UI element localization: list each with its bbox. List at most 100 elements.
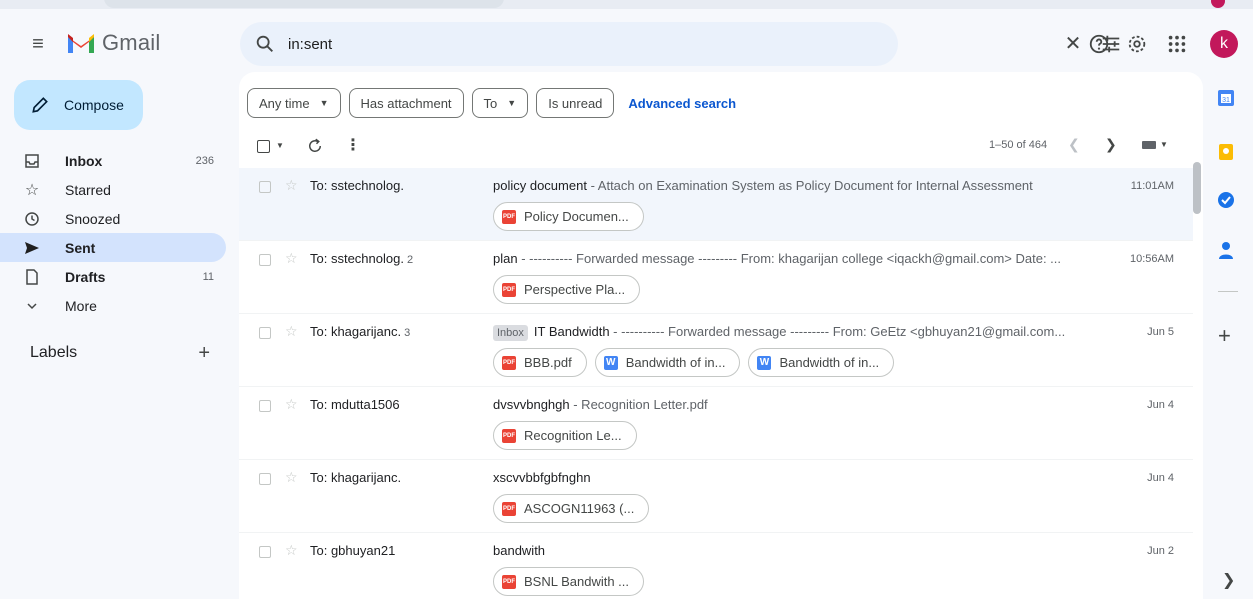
word-doc-icon: W [757, 355, 772, 370]
account-avatar[interactable]: k [1210, 30, 1238, 58]
search-bar[interactable]: ✕ [240, 22, 1120, 66]
email-row[interactable]: ☆ To: khagarijanc. 3 Inbox IT Bandwidth - --… [239, 314, 1193, 387]
sidebar-item-starred[interactable]: ☆ Starred [0, 175, 226, 204]
attachment-chip[interactable]: PDF BBB.pdf [493, 348, 587, 377]
filter-has-attachment[interactable]: Has attachment [348, 88, 464, 118]
attachment-list: PDF BBB.pdf W Bandwidth of in... W Bandwidth … [493, 348, 902, 377]
row-checkbox[interactable] [259, 473, 271, 485]
inbox-icon [24, 153, 40, 169]
attachment-chip[interactable]: PDF Perspective Pla... [493, 275, 641, 304]
select-menu-caret-icon[interactable]: ▼ [276, 141, 284, 150]
chip-label: To [483, 95, 498, 111]
email-summary: xscvvbbfgbfnghn [493, 470, 1133, 485]
email-time: 10:56AM [1129, 253, 1174, 265]
email-row[interactable]: ☆ To: khagarijanc. xscvvbbfgbfnghn Jun 4 PDF… [239, 460, 1193, 533]
search-input[interactable] [288, 32, 788, 56]
email-subject: xscvvbbfgbfnghn [493, 470, 591, 485]
calendar-icon[interactable]: 31 [1216, 88, 1236, 108]
attachment-name: Perspective Pla... [524, 282, 626, 297]
attachment-chip[interactable]: W Bandwidth of in... [748, 348, 895, 377]
chip-label: Is unread [548, 95, 603, 111]
sidebar-item-label: Snoozed [65, 210, 121, 227]
sidebar-item-sent[interactable]: Sent [0, 233, 226, 262]
email-recipient: To: gbhuyan21 [310, 543, 395, 558]
attachment-name: BSNL Bandwith ... [524, 574, 630, 589]
email-row[interactable]: ☆ To: sstechnolog. policy document - Attac… [239, 168, 1193, 241]
filter-any-time[interactable]: Any time ▼ [247, 88, 341, 118]
attachment-chip[interactable]: PDF ASCOGN11963 (... [493, 494, 650, 523]
select-all-checkbox[interactable] [257, 140, 270, 153]
star-icon[interactable]: ☆ [285, 323, 298, 340]
star-icon[interactable]: ☆ [285, 469, 298, 486]
previous-page-icon[interactable]: ❮ [1068, 136, 1080, 153]
filter-to[interactable]: To ▼ [471, 88, 529, 118]
email-time: Jun 4 [1147, 399, 1174, 411]
apps-grid-icon[interactable] [1166, 33, 1188, 55]
compose-button[interactable]: Compose [14, 80, 143, 130]
show-side-panel-icon[interactable]: ❯ [1222, 570, 1235, 590]
input-tools-icon[interactable] [1142, 141, 1156, 149]
clear-search-icon[interactable]: ✕ [1062, 33, 1084, 55]
thread-count: 2 [406, 254, 414, 266]
sidebar-item-label: More [65, 297, 97, 314]
row-checkbox[interactable] [259, 546, 271, 558]
email-time: Jun 2 [1147, 545, 1174, 557]
advanced-search-link[interactable]: Advanced search [628, 96, 736, 111]
star-icon[interactable]: ☆ [285, 396, 298, 413]
label-tag[interactable]: Inbox [493, 325, 528, 341]
filter-is-unread[interactable]: Is unread [536, 88, 615, 118]
email-time: Jun 4 [1147, 472, 1174, 484]
tasks-icon[interactable] [1216, 190, 1236, 210]
row-checkbox[interactable] [259, 254, 271, 266]
app-name: Gmail [102, 30, 161, 55]
row-checkbox[interactable] [259, 400, 271, 412]
sidebar-item-more[interactable]: More [0, 291, 226, 320]
compose-label: Compose [64, 97, 124, 113]
browser-profile-icon[interactable] [1211, 0, 1225, 8]
email-row[interactable]: ☆ To: mdutta1506 dvsvvbnghgh - Recognition… [239, 387, 1193, 460]
help-icon[interactable] [1088, 33, 1110, 55]
draft-icon [24, 268, 40, 285]
settings-icon[interactable] [1126, 33, 1148, 55]
sidebar-item-drafts[interactable]: Drafts 11 [0, 262, 226, 291]
attachment-name: BBB.pdf [524, 355, 572, 370]
email-time: 11:01AM [1130, 180, 1174, 192]
caret-down-icon: ▼ [507, 98, 517, 108]
star-icon[interactable]: ☆ [285, 542, 298, 559]
sidebar-item-snoozed[interactable]: Snoozed [0, 204, 226, 233]
search-icon[interactable] [254, 33, 276, 55]
scrollbar[interactable] [1193, 162, 1201, 214]
refresh-icon[interactable] [306, 137, 324, 155]
star-icon[interactable]: ☆ [285, 250, 298, 267]
contacts-icon[interactable] [1216, 240, 1236, 260]
gmail-logo[interactable]: Gmail [66, 30, 160, 56]
browser-toolbar [0, 0, 1253, 9]
input-tools-caret-icon[interactable]: ▼ [1160, 140, 1168, 149]
attachment-chip[interactable]: PDF BSNL Bandwith ... [493, 567, 645, 596]
row-checkbox[interactable] [259, 181, 271, 193]
keep-icon[interactable] [1216, 142, 1236, 162]
email-row[interactable]: ☆ To: gbhuyan21 bandwith Jun 2 PDF BSNL Bandw… [239, 533, 1193, 599]
chevron-down-icon [24, 298, 40, 314]
email-recipient: To: sstechnolog. [310, 178, 404, 193]
labels-section: Labels + [30, 342, 220, 366]
email-subject: policy document [493, 178, 587, 193]
get-addons-icon[interactable]: + [1218, 323, 1231, 349]
attachment-list: PDF ASCOGN11963 (... [493, 494, 657, 523]
address-bar[interactable] [104, 0, 504, 8]
main-menu-icon[interactable]: ≡ [27, 33, 49, 55]
attachment-chip[interactable]: PDF Recognition Le... [493, 421, 637, 450]
attachment-chip[interactable]: PDF Policy Documen... [493, 202, 644, 231]
more-options-icon[interactable]: ⋮ [345, 136, 361, 156]
sidebar-item-inbox[interactable]: Inbox 236 [0, 146, 226, 175]
email-summary: bandwith [493, 543, 1133, 558]
add-label-icon[interactable]: + [198, 342, 210, 365]
row-checkbox[interactable] [259, 327, 271, 339]
next-page-icon[interactable]: ❯ [1105, 136, 1117, 153]
unread-count: 236 [195, 154, 214, 167]
star-icon[interactable]: ☆ [285, 177, 298, 194]
attachment-chip[interactable]: W Bandwidth of in... [594, 348, 741, 377]
email-row[interactable]: ☆ To: sstechnolog. 2 plan - ---------- Forw… [239, 241, 1193, 314]
sidebar-nav: Inbox 236 ☆ Starred Snoozed Sent Drafts … [0, 146, 226, 320]
pdf-icon: PDF [502, 209, 516, 224]
